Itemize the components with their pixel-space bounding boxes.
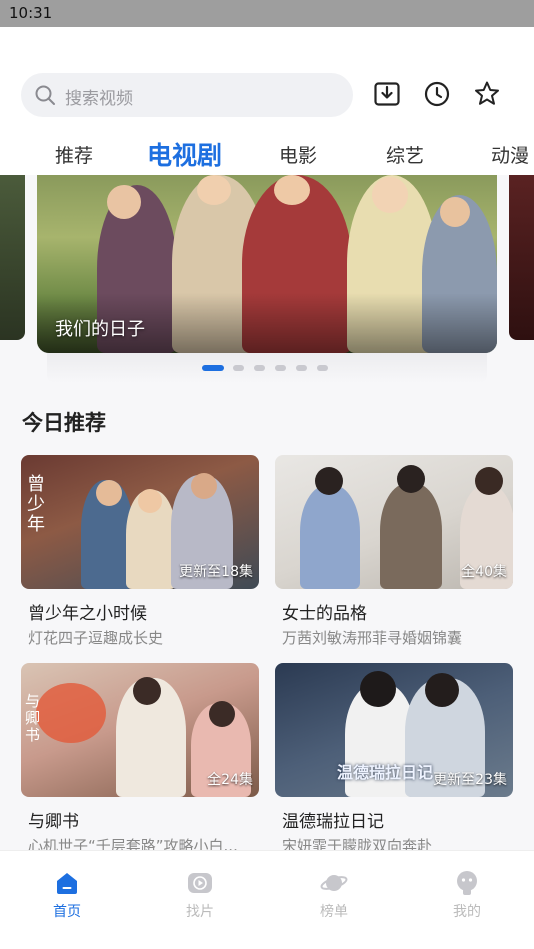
poster-title: 温德瑞拉日记 [337, 763, 434, 782]
search-icon [35, 85, 55, 105]
video-thumbnail: 全40集 [275, 455, 513, 589]
video-subtitle: 万茜刘敏涛邢菲寻婚姻锦囊 [282, 629, 463, 647]
carousel-dot [233, 365, 244, 371]
video-thumbnail: 曾少年 更新至18集 [21, 455, 259, 589]
episode-badge: 更新至23集 [433, 772, 507, 788]
nav-profile-label: 我的 [453, 904, 481, 920]
play-icon [188, 873, 212, 893]
planet-icon [320, 875, 348, 891]
home-icon [57, 873, 77, 894]
banner-carousel: 我们的日子 [0, 175, 534, 390]
tab-movie[interactable]: 电影 [279, 141, 317, 168]
banner-caption: 我们的日子 [55, 319, 145, 340]
video-title: 女士的品格 [282, 604, 367, 624]
episode-badge: 更新至18集 [179, 564, 253, 580]
video-title: 温德瑞拉日记 [282, 812, 384, 832]
video-thumbnail: 与卿书 全24集 [21, 663, 259, 797]
carousel-dot [317, 365, 328, 371]
favorites-button[interactable] [472, 79, 502, 109]
tab-tv-series[interactable]: 电视剧 [147, 136, 222, 172]
carousel-dot [275, 365, 286, 371]
video-card[interactable]: 温德瑞拉日记 更新至23集 温德瑞拉日记 宋妍霏于朦胧双向奔赴 [275, 663, 513, 856]
top-bar: 搜索视频 推荐 电视剧 电影 综艺 动漫 [0, 27, 534, 175]
tab-anime[interactable]: 动漫 [491, 141, 529, 168]
section-title: 今日推荐 [22, 411, 106, 435]
nav-discover-label: 找片 [186, 904, 214, 920]
video-title: 与卿书 [28, 812, 79, 832]
nav-home[interactable]: 首页 [27, 869, 107, 929]
nav-home-label: 首页 [53, 904, 81, 920]
banner-next-peek[interactable] [509, 175, 534, 340]
carousel-dot [296, 365, 307, 371]
nav-ranking[interactable]: 榜单 [294, 869, 374, 929]
history-button[interactable] [422, 79, 452, 109]
episode-badge: 全24集 [207, 772, 253, 788]
search-placeholder: 搜索视频 [65, 89, 133, 109]
download-button[interactable] [372, 79, 402, 109]
bottom-nav: 首页 找片 榜单 我的 [0, 850, 534, 949]
download-icon [374, 82, 400, 106]
poster-title: 与卿书 [25, 692, 41, 744]
banner-prev-peek[interactable] [0, 175, 25, 340]
video-thumbnail: 温德瑞拉日记 更新至23集 [275, 663, 513, 797]
nav-ranking-label: 榜单 [320, 904, 348, 920]
video-card[interactable]: 全40集 女士的品格 万茜刘敏涛邢菲寻婚姻锦囊 [275, 455, 513, 648]
carousel-dot-active [202, 365, 224, 371]
status-bar: 10:31 [0, 0, 534, 27]
category-tabs: 推荐 电视剧 电影 综艺 动漫 [0, 135, 534, 175]
tab-variety[interactable]: 综艺 [386, 141, 424, 168]
banner-slide[interactable]: 我们的日子 [37, 175, 497, 353]
episode-badge: 全40集 [461, 564, 507, 580]
star-icon [475, 81, 499, 105]
video-subtitle: 灯花四子逗趣成长史 [28, 629, 164, 647]
status-time: 10:31 [9, 4, 53, 22]
clock-icon [424, 81, 450, 107]
carousel-dot [254, 365, 265, 371]
poster-title: 曾少年 [27, 474, 45, 535]
profile-icon [457, 871, 477, 895]
tab-recommend[interactable]: 推荐 [55, 141, 93, 168]
nav-discover[interactable]: 找片 [160, 869, 240, 929]
video-card[interactable]: 与卿书 全24集 与卿书 心机世子“千层套路”攻略小白... [21, 663, 259, 856]
search-input[interactable]: 搜索视频 [21, 73, 353, 117]
nav-profile[interactable]: 我的 [427, 869, 507, 929]
video-title: 曾少年之小时候 [28, 604, 147, 624]
recommend-section: 今日推荐 曾少年 更新至18集 曾少年之小时候 灯花四子逗趣成长史 全40集 女… [0, 390, 534, 855]
video-card[interactable]: 曾少年 更新至18集 曾少年之小时候 灯花四子逗趣成长史 [21, 455, 259, 648]
